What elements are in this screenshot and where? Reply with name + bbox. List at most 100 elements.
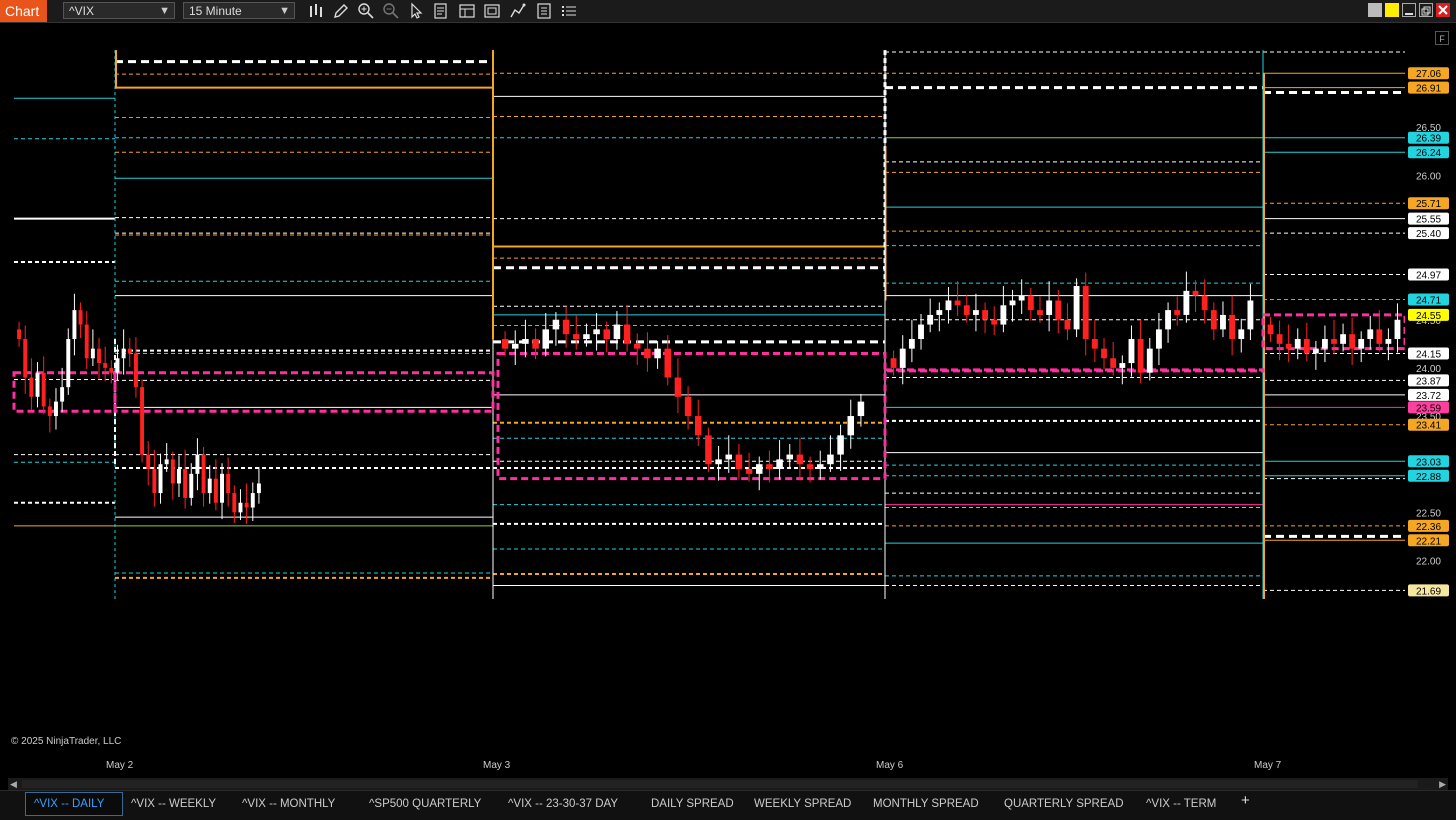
data-box-icon[interactable] (432, 2, 450, 20)
tab-sp500-quarterly[interactable]: ^SP500 QUARTERLY (369, 792, 481, 819)
color-swatch-gray-icon[interactable] (1368, 3, 1382, 17)
candle-body (232, 493, 237, 513)
chevron-down-icon: ▼ (279, 5, 290, 17)
price-marker-label: 25.40 (1416, 229, 1441, 240)
candle-body (1312, 348, 1319, 354)
candle-body (250, 493, 255, 508)
zoom-in-icon[interactable] (357, 2, 375, 20)
candle-body (522, 339, 529, 344)
candle-body (1018, 295, 1025, 301)
tab-vix-term[interactable]: ^VIX -- TERM (1146, 792, 1216, 819)
candle-body (201, 454, 206, 494)
candle-body (66, 339, 71, 388)
candle-body (644, 348, 651, 359)
candle-body (890, 358, 897, 368)
candle-body (84, 324, 89, 359)
minimize-icon[interactable] (1402, 3, 1416, 17)
tab-vix-23-30-37-day[interactable]: ^VIX -- 23-30-37 DAY (508, 792, 618, 819)
list-icon[interactable] (560, 2, 578, 20)
candle-body (256, 483, 261, 494)
candle-body (857, 401, 865, 417)
properties-icon[interactable] (483, 2, 501, 20)
candle-body (664, 348, 672, 378)
price-marker-label: 23.59 (1416, 403, 1441, 414)
price-chart[interactable] (0, 24, 1405, 752)
candle-body (705, 435, 712, 465)
price-marker-label: 22.21 (1416, 536, 1441, 547)
tab-monthly-spread[interactable]: MONTHLY SPREAD (873, 792, 979, 819)
price-marker-label: 24.97 (1416, 270, 1441, 281)
candle-body (755, 464, 763, 474)
candle-body (1146, 348, 1153, 373)
tab-vix-weekly[interactable]: ^VIX -- WEEKLY (131, 792, 216, 819)
close-icon[interactable] (1436, 3, 1450, 17)
candle-body (244, 502, 249, 508)
templates-icon[interactable] (458, 2, 476, 20)
zoom-out-icon[interactable] (382, 2, 400, 20)
tab-vix-daily[interactable]: ^VIX -- DAILY (25, 792, 123, 816)
opening-range-box (12, 371, 117, 413)
candle-body (715, 459, 722, 465)
scrollbar-thumb[interactable] (22, 780, 1418, 788)
candle-body (1303, 339, 1310, 354)
candle-body (1046, 300, 1053, 315)
copyright-text: © 2025 NinjaTrader, LLC (11, 736, 122, 747)
candle-body (1276, 334, 1283, 344)
y-tick-label: 22.00 (1416, 557, 1441, 568)
scroll-right-icon[interactable]: ▶ (1439, 779, 1446, 790)
tab-weekly-spread[interactable]: WEEKLY SPREAD (754, 792, 851, 819)
strategies-icon[interactable] (509, 2, 527, 20)
tab-vix-monthly[interactable]: ^VIX -- MONTHLY (242, 792, 335, 819)
candle-body (1110, 358, 1117, 368)
tab-daily-spread[interactable]: DAILY SPREAD (651, 792, 734, 819)
scale-toggle-icon[interactable]: F (1435, 31, 1449, 45)
price-marker-label: 25.71 (1416, 199, 1441, 210)
candle-body (816, 464, 824, 470)
price-marker-label: 23.87 (1416, 376, 1441, 387)
pointer-icon[interactable] (407, 2, 425, 20)
add-tab-button[interactable]: + (1241, 792, 1250, 809)
candle-body (97, 348, 101, 364)
draw-pencil-icon[interactable] (332, 2, 350, 20)
color-swatch-yellow-icon[interactable] (1385, 3, 1399, 17)
candle-body (1367, 329, 1374, 340)
restore-icon[interactable] (1419, 3, 1433, 17)
candle-body (501, 339, 509, 349)
price-marker-label: 21.69 (1416, 586, 1441, 597)
candle-body (213, 478, 218, 503)
candle-body (613, 324, 621, 340)
indicators-icon[interactable] (535, 2, 553, 20)
candle-body (195, 454, 200, 474)
price-marker-label: 22.88 (1416, 472, 1441, 483)
price-axis[interactable]: 26.5026.0024.5024.0023.5022.5022.0027.06… (1405, 24, 1456, 752)
candle-body (945, 300, 952, 311)
price-marker-label: 27.06 (1416, 69, 1441, 80)
scroll-left-icon[interactable]: ◀ (10, 779, 17, 790)
x-tick-label: May 2 (106, 760, 134, 771)
candle-body (633, 343, 641, 349)
horizontal-scrollbar[interactable]: ◀ ▶ (8, 778, 1448, 790)
candle-body (1000, 305, 1007, 325)
candle-body (207, 478, 212, 494)
candle-body (1027, 295, 1034, 311)
candle-body (1294, 339, 1301, 349)
candle-body (972, 310, 979, 315)
candle-body (837, 435, 844, 455)
tab-quarterly-spread[interactable]: QUARTERLY SPREAD (1004, 792, 1124, 819)
price-marker-label: 26.39 (1416, 134, 1441, 145)
price-marker-label: 24.15 (1416, 349, 1441, 360)
instrument-selector[interactable]: ^VIX ▼ (63, 2, 175, 19)
candle-body (146, 454, 151, 470)
bars-type-icon[interactable] (307, 2, 325, 20)
candle-body (572, 334, 580, 340)
candle-body (552, 319, 560, 330)
candle-body (532, 339, 539, 349)
candle-body (1192, 290, 1199, 296)
candle-body (899, 348, 906, 368)
interval-selector[interactable]: 15 Minute ▼ (183, 2, 295, 19)
candle-body (654, 348, 661, 359)
candle-body (54, 401, 58, 417)
time-axis[interactable]: May 2 May 3 May 6 May 7 (0, 752, 1456, 776)
price-marker-label: 25.55 (1416, 215, 1441, 226)
candle-body (1247, 300, 1254, 330)
